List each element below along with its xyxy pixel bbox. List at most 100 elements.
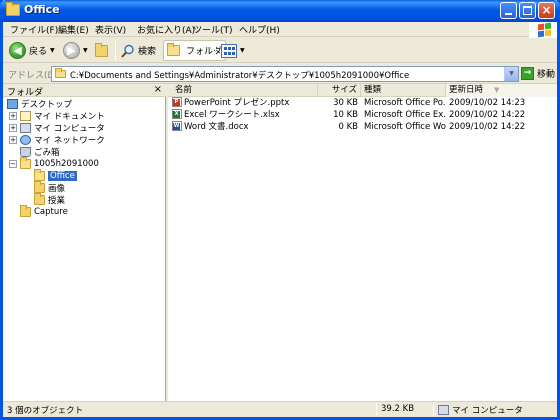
word-file-icon: W [172,121,182,131]
dropdown-arrow-icon: ▼ [240,47,245,54]
folders-pane-title: フォルダ [7,88,44,98]
toolbar: ◀ 戻る ▼ ▶ ▼ 検索 フォルダ ▼ [3,38,557,63]
back-arrow-icon: ◀ [9,42,26,59]
column-header-row: 名前 サイズ 種類 更新日時 ▼ [168,84,557,97]
my-network-icon [20,135,31,145]
tree-item-desktop[interactable]: デスクトップ [7,98,72,110]
file-icon-glyph: X [173,111,180,118]
up-folder-icon [95,42,108,57]
maximize-button[interactable] [519,2,536,19]
file-size: 10 KB [333,110,358,120]
menu-file[interactable]: ファイル(F) [10,23,58,36]
up-folder-button[interactable] [95,40,111,61]
address-bar: アドレス(D) C:¥Documents and Settings¥Admini… [3,64,557,84]
search-button[interactable]: 検索 [121,40,156,61]
expand-icon[interactable]: + [9,112,17,120]
back-label: 戻る [29,47,48,57]
expand-icon[interactable]: + [9,136,17,144]
menu-view[interactable]: 表示(V) [95,23,126,36]
menu-tools[interactable]: ツール(T) [193,23,233,36]
address-value: C:¥Documents and Settings¥Administrator¥… [70,71,410,81]
file-row[interactable]: W Word 文書.docx 0 KB Microsoft Office Wo..… [168,121,557,133]
windows-logo-icon [529,22,557,38]
folders-pane-header: フォルダ × [3,84,166,98]
file-icon-glyph: P [173,99,180,106]
recycle-bin-icon [20,147,31,157]
column-label: 名前 [175,85,193,95]
toolbar-separator [115,41,116,60]
search-label: 検索 [138,47,157,57]
search-icon [121,44,134,58]
my-computer-icon [438,405,449,415]
folder-icon [34,193,45,205]
file-modified: 2009/10/02 14:22 [449,122,526,132]
views-icon [221,43,237,58]
folder-open-icon [34,169,45,181]
file-row[interactable]: X Excel ワークシート.xlsx 10 KB Microsoft Offic… [168,109,557,121]
file-icon-glyph: W [173,123,180,130]
status-size: 39.2 KB [381,404,415,414]
tree-item-1005h2091000[interactable]: − 1005h2091000 [9,157,99,170]
menu-help[interactable]: ヘルプ(H) [239,23,280,36]
tree-item-label: 授業 [48,196,66,206]
tree-item-capture[interactable]: Capture [20,205,68,218]
views-button[interactable]: ▼ [221,40,245,61]
file-modified: 2009/10/02 14:23 [449,98,526,108]
column-name[interactable]: 名前 [168,84,318,97]
powerpoint-file-icon: P [172,97,182,107]
tree-item-my-computer[interactable]: + マイ コンピュータ [9,122,105,134]
file-list-pane: 名前 サイズ 種類 更新日時 ▼ P PowerPoint プレゼン.pptx 3… [168,84,557,401]
minimize-button[interactable] [500,2,517,19]
tree-item-label: 画像 [48,184,66,194]
dropdown-arrow-icon: ▼ [83,47,88,54]
folders-button[interactable]: フォルダ [163,40,227,61]
address-dropdown-icon[interactable]: ▼ [504,67,518,81]
folders-pane: フォルダ × デスクトップ + マイ ドキュメント + マイ コンピュータ + … [3,84,166,401]
menu-edit[interactable]: 編集(E) [58,23,89,36]
tree-item-label: マイ ネットワーク [34,136,105,146]
go-button[interactable]: → 移動 [521,67,555,80]
back-button[interactable]: ◀ 戻る ▼ [9,40,55,61]
column-size[interactable]: サイズ [318,84,361,97]
explorer-window: Office × ファイル(F) 編集(E) 表示(V) お気に入り(A) ツー… [0,0,560,420]
forward-button[interactable]: ▶ ▼ [63,40,88,61]
column-label: 更新日時 [449,85,484,95]
folder-icon [20,205,31,217]
column-label: 種類 [364,85,382,95]
menu-favorites[interactable]: お気に入り(A) [137,23,195,36]
file-name-cell: W Word 文書.docx [172,121,317,133]
file-size: 0 KB [338,122,358,132]
sort-descending-icon: ▼ [494,86,500,94]
file-type: Microsoft Office Po... [364,98,446,108]
tree-item-classes[interactable]: 授業 [34,193,66,206]
folder-icon [55,68,66,78]
column-modified[interactable]: 更新日時 ▼ [446,84,557,97]
column-type[interactable]: 種類 [361,84,446,97]
file-name-cell: X Excel ワークシート.xlsx [172,109,317,121]
tree-item-my-network[interactable]: + マイ ネットワーク [9,134,105,146]
file-row[interactable]: P PowerPoint プレゼン.pptx 30 KB Microsoft Of… [168,97,557,109]
file-name-cell: P PowerPoint プレゼン.pptx [172,97,317,109]
tree-item-my-documents[interactable]: + マイ ドキュメント [9,110,105,122]
tree-item-label: Capture [34,207,68,217]
status-location: マイ コンピュータ [452,406,523,416]
file-type: Microsoft Office Ex... [364,110,446,120]
file-size: 30 KB [333,98,358,108]
expand-icon[interactable]: + [9,124,17,132]
forward-arrow-icon: ▶ [63,42,80,59]
file-modified: 2009/10/02 14:22 [449,110,526,120]
file-name: Excel ワークシート.xlsx [184,110,280,120]
close-pane-icon[interactable]: × [154,84,162,95]
close-button[interactable]: × [538,2,555,19]
address-input[interactable]: C:¥Documents and Settings¥Administrator¥… [51,66,519,82]
tree-item-label: ごみ箱 [34,148,60,158]
close-icon: × [541,3,552,17]
folders-icon [167,43,180,56]
window-title: Office [24,3,60,16]
tree-item-label: マイ コンピュータ [34,124,105,134]
menu-bar: ファイル(F) 編集(E) 表示(V) お気に入り(A) ツール(T) ヘルプ(… [3,22,557,37]
collapse-icon[interactable]: − [9,160,17,168]
folder-icon [34,181,45,193]
title-bar[interactable]: Office × [0,0,560,22]
file-name: Word 文書.docx [184,122,249,132]
